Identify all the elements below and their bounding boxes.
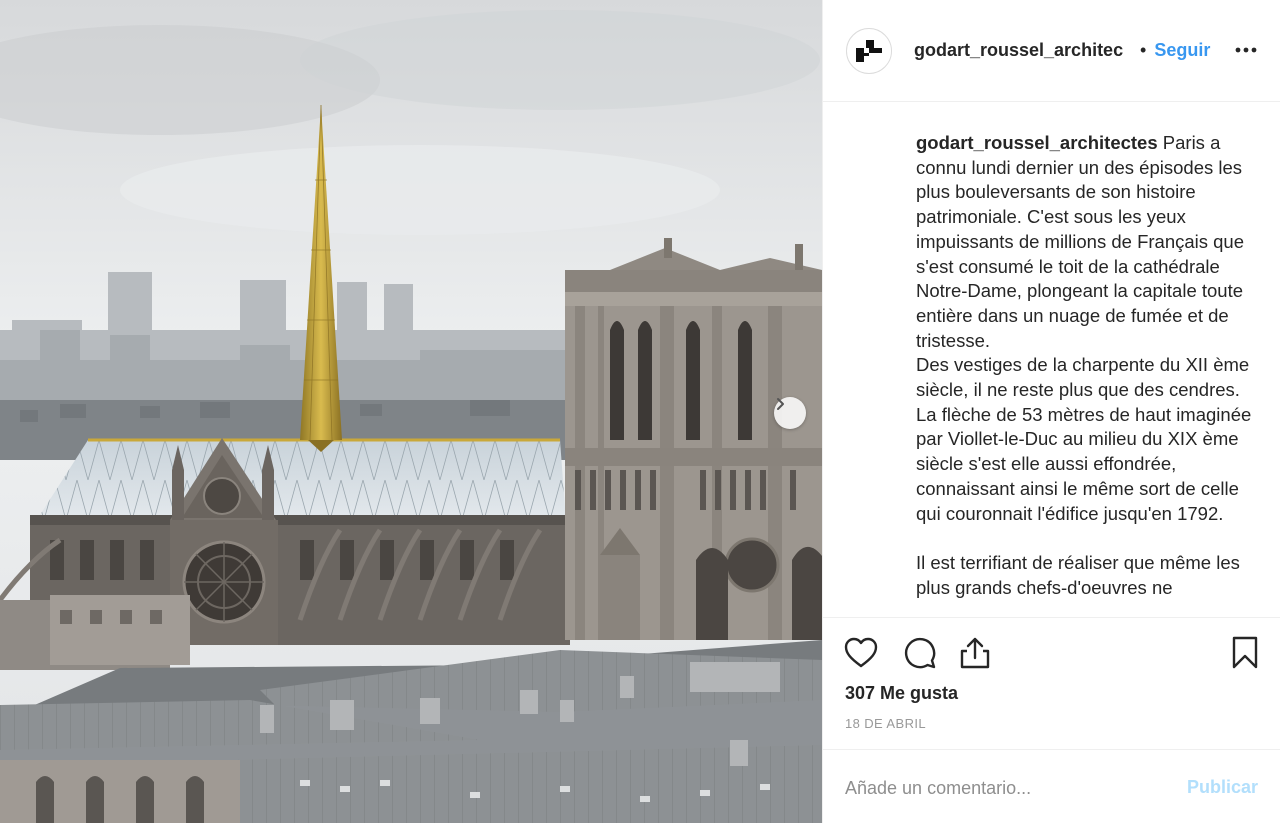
brand-logo-icon [856,39,882,62]
caption-paragraph-3: Il est terrifiant de réaliser que même l… [916,551,1240,598]
post-side-panel: godart_roussel_architec • Seguir godart_… [822,0,1280,823]
like-count[interactable]: 307 Me gusta [845,683,958,704]
instagram-post: godart_roussel_architec • Seguir godart_… [0,0,1280,823]
post-actions: 307 Me gusta 18 DE ABRIL [823,617,1280,749]
cathedral-photo [0,0,822,823]
comments-scroll-area[interactable]: godart_roussel_architectes Paris a connu… [823,103,1280,616]
add-comment-bar: Publicar [823,749,1280,823]
bookmark-icon [1232,636,1258,669]
share-button[interactable] [957,635,993,671]
post-image[interactable] [0,0,822,823]
caption-username[interactable]: godart_roussel_architectes [916,132,1158,153]
follow-button[interactable]: Seguir [1154,40,1210,61]
ellipsis-icon [1235,47,1257,53]
like-button[interactable] [843,635,879,671]
speech-bubble-icon [904,637,936,669]
post-header: godart_roussel_architec • Seguir [823,0,1280,102]
save-button[interactable] [1227,635,1263,671]
post-caption: godart_roussel_architectes Paris a connu… [916,131,1256,600]
comment-button[interactable] [902,635,938,671]
post-date[interactable]: 18 DE ABRIL [845,716,926,731]
publish-button[interactable]: Publicar [1187,777,1258,798]
share-icon [960,637,990,669]
more-options-button[interactable] [1234,38,1258,62]
next-image-button[interactable] [774,397,806,429]
avatar[interactable] [846,27,892,74]
comment-input[interactable] [845,774,1165,802]
caption-paragraph-1: godart_roussel_architectes Paris a connu… [916,131,1256,353]
header-username[interactable]: godart_roussel_architec [914,40,1134,61]
header-separator: • [1140,40,1147,60]
chevron-right-icon [777,398,784,410]
heart-icon [844,637,878,668]
caption-paragraph-2: Des vestiges de la charpente du XII ème … [916,354,1252,524]
caption-text-1: Paris a connu lundi dernier un des épiso… [916,132,1245,351]
